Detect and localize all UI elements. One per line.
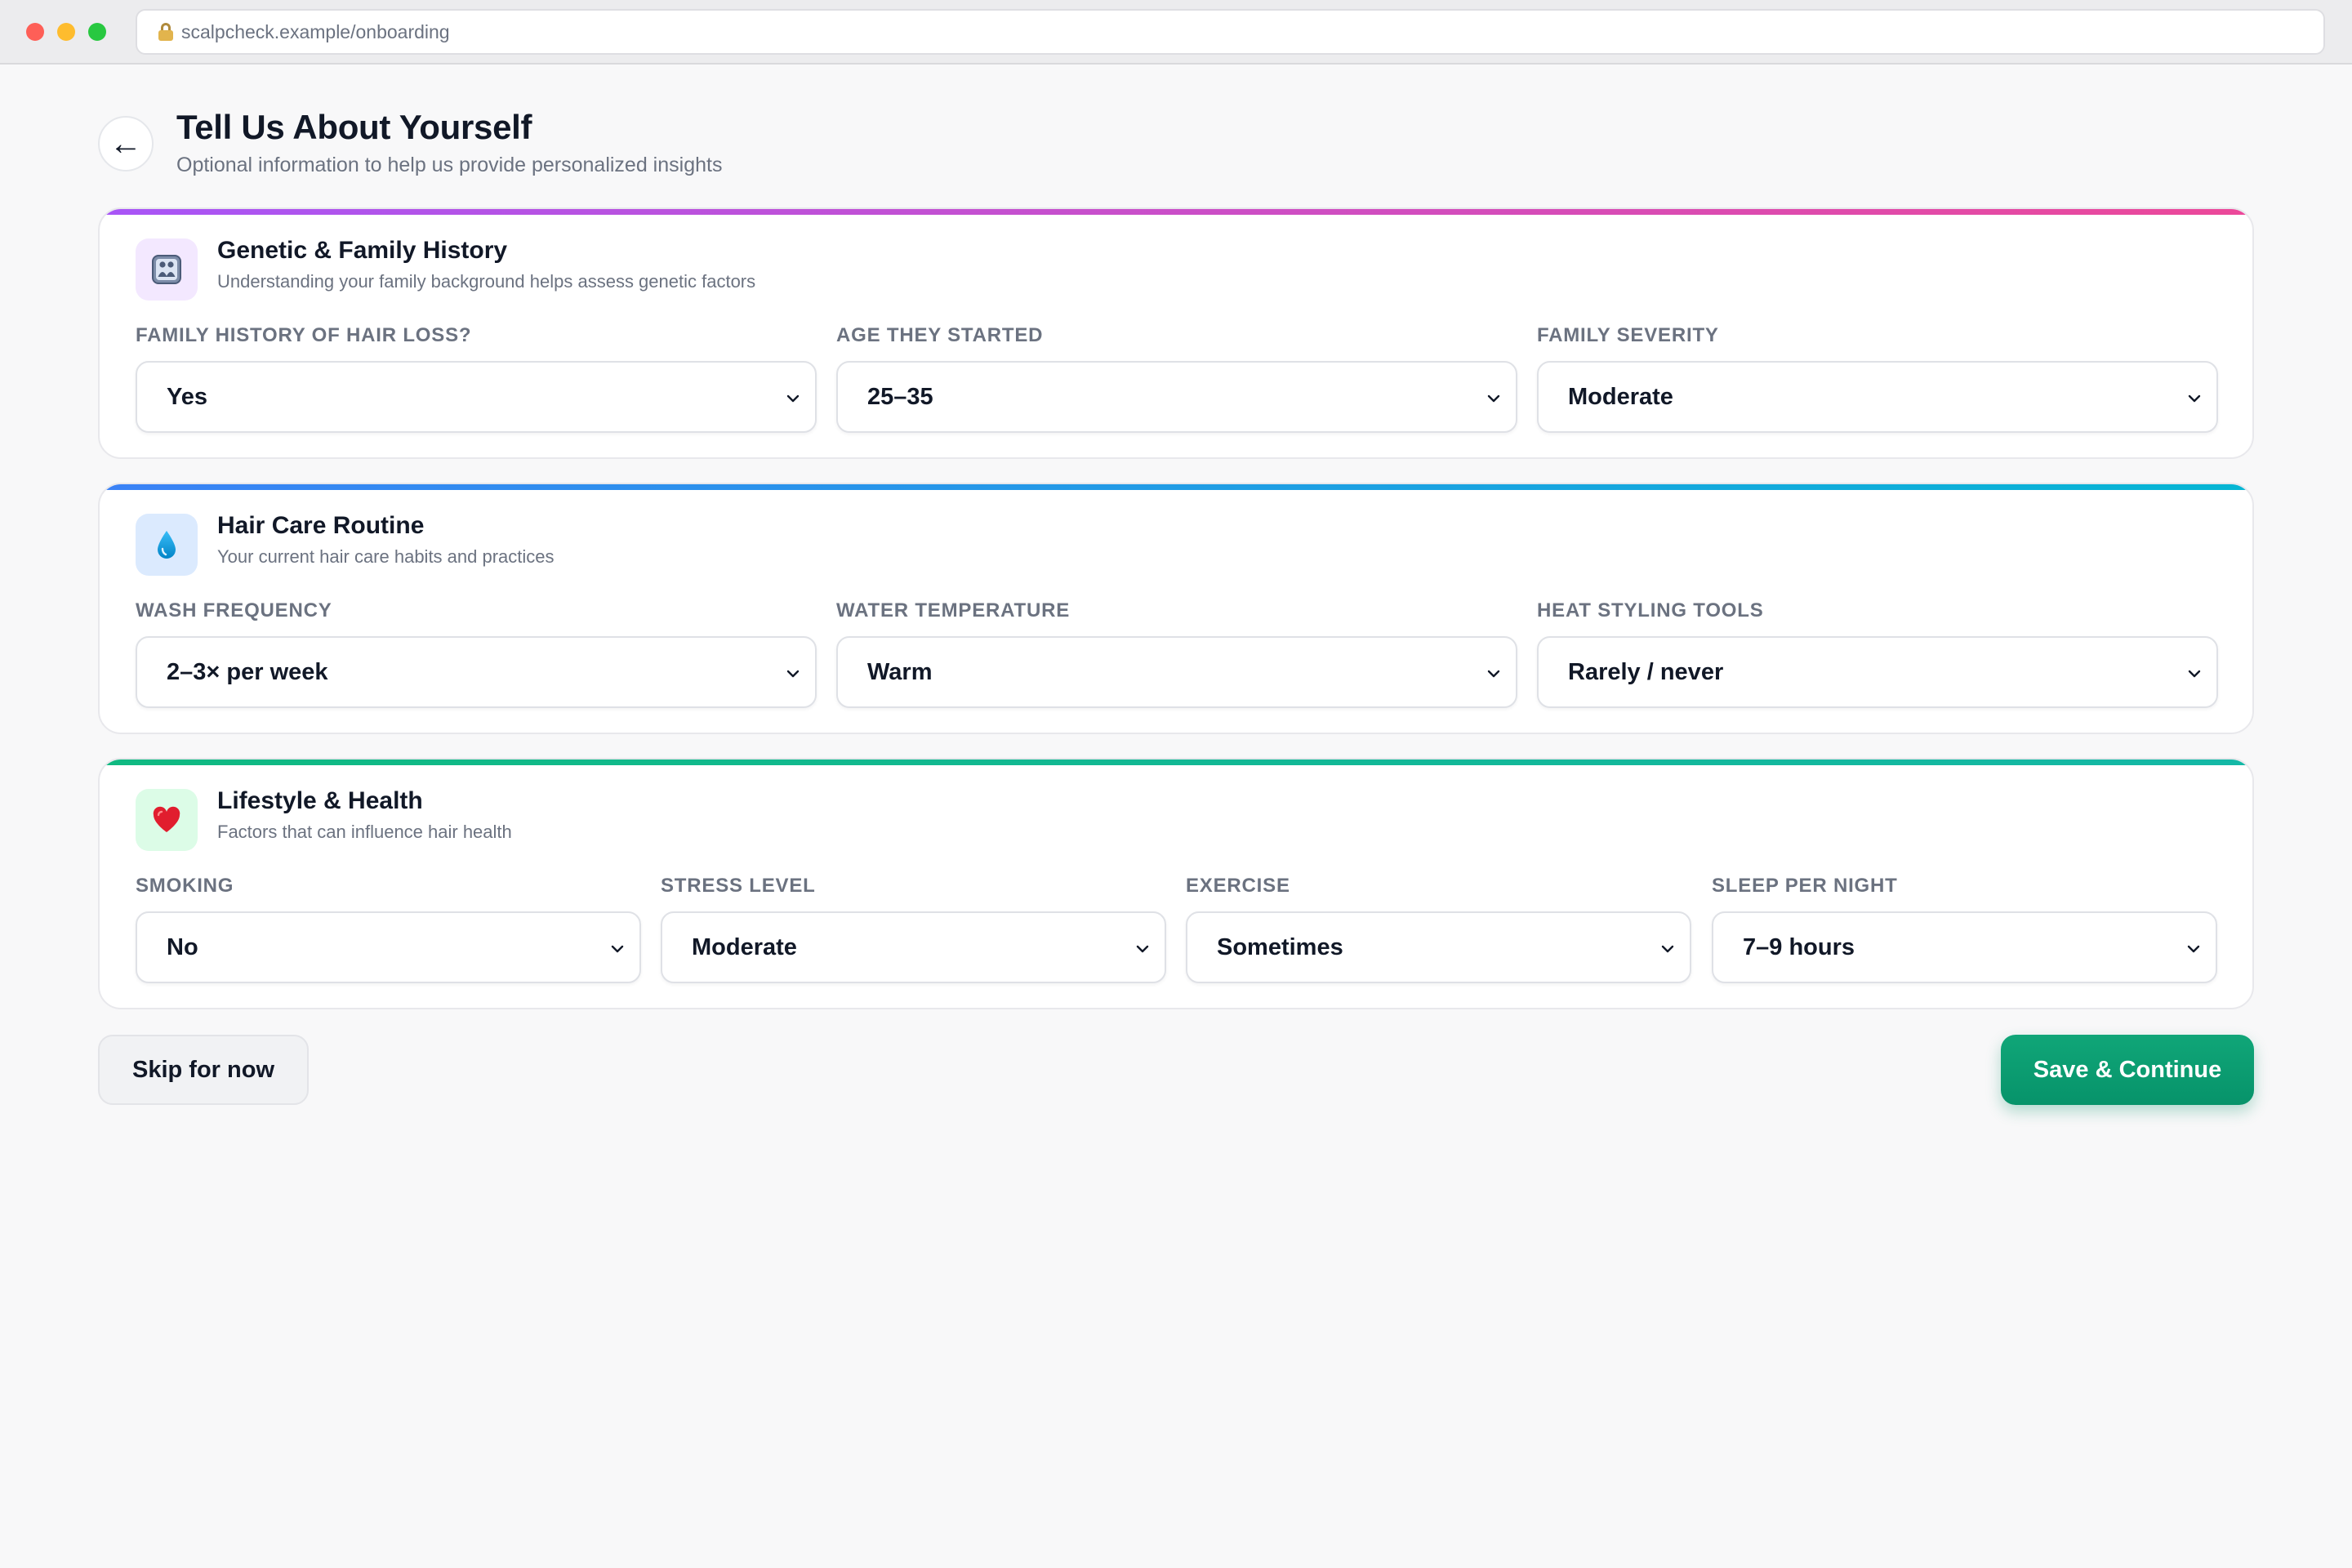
sleep-field: SLEEP PER NIGHT 7–9 hours xyxy=(1712,872,2217,983)
card-accent-bar xyxy=(100,760,2252,765)
chevron-down-icon xyxy=(786,670,800,678)
card-accent-bar xyxy=(100,484,2252,490)
genetic-family-history-card: Genetic & Family History Understanding y… xyxy=(98,207,2254,459)
field-label: WATER TEMPERATURE xyxy=(836,599,1071,621)
select-value: 7–9 hours xyxy=(1743,933,1855,960)
select-value: Yes xyxy=(167,383,207,410)
card-description: Understanding your family background hel… xyxy=(217,271,756,292)
select-value: Moderate xyxy=(1568,383,1673,410)
select-value: 25–35 xyxy=(867,383,933,410)
heart-icon xyxy=(136,789,198,851)
age-started-field: AGE THEY STARTED 25–35 xyxy=(836,322,1517,433)
family-severity-field: FAMILY SEVERITY Moderate xyxy=(1537,322,2218,433)
url-text: scalpcheck.example/onboarding xyxy=(181,20,450,42)
select-value: No xyxy=(167,933,198,960)
back-button[interactable]: ← xyxy=(98,116,154,172)
select-value: Moderate xyxy=(692,933,797,960)
browser-chrome: scalpcheck.example/onboarding xyxy=(0,0,2352,65)
sleep-select[interactable]: 7–9 hours xyxy=(1712,911,2217,983)
family-icon xyxy=(136,238,198,301)
field-label: WASH FREQUENCY xyxy=(136,599,332,621)
card-title: Lifestyle & Health xyxy=(217,787,423,814)
water-drop-icon xyxy=(136,514,198,576)
card-title: Hair Care Routine xyxy=(217,512,425,539)
hair-care-routine-card: Hair Care Routine Your current hair care… xyxy=(98,483,2254,734)
lock-icon xyxy=(158,23,173,41)
water-temperature-field: WATER TEMPERATURE Warm xyxy=(836,597,1517,708)
chevron-down-icon xyxy=(2188,670,2201,678)
select-value: Rarely / never xyxy=(1568,658,1724,685)
family-severity-select[interactable]: Moderate xyxy=(1537,361,2218,433)
stress-level-select[interactable]: Moderate xyxy=(661,911,1166,983)
field-label: FAMILY HISTORY OF HAIR LOSS? xyxy=(136,324,472,346)
skip-button[interactable]: Skip for now xyxy=(98,1035,309,1105)
card-description: Factors that can influence hair health xyxy=(217,822,512,842)
lifestyle-health-card: Lifestyle & Health Factors that can infl… xyxy=(98,758,2254,1009)
smoking-field: SMOKING No xyxy=(136,872,641,983)
card-accent-bar xyxy=(100,209,2252,215)
exercise-select[interactable]: Sometimes xyxy=(1186,911,1691,983)
wash-frequency-field: WASH FREQUENCY 2–3× per week xyxy=(136,597,817,708)
chevron-down-icon xyxy=(786,394,800,403)
select-value: Warm xyxy=(867,658,933,685)
window-close-button[interactable] xyxy=(26,23,44,41)
field-label: EXERCISE xyxy=(1186,875,1290,897)
page-title: Tell Us About Yourself xyxy=(176,108,532,146)
chevron-down-icon xyxy=(611,945,624,953)
chevron-down-icon xyxy=(1487,670,1500,678)
age-started-select[interactable]: 25–35 xyxy=(836,361,1517,433)
field-label: AGE THEY STARTED xyxy=(836,324,1044,346)
field-label: SLEEP PER NIGHT xyxy=(1712,875,1898,897)
card-title: Genetic & Family History xyxy=(217,237,508,264)
chevron-down-icon xyxy=(1487,394,1500,403)
heat-styling-field: HEAT STYLING TOOLS Rarely / never xyxy=(1537,597,2218,708)
field-label: SMOKING xyxy=(136,875,234,897)
window-maximize-button[interactable] xyxy=(88,23,106,41)
chevron-down-icon xyxy=(2188,394,2201,403)
field-label: HEAT STYLING TOOLS xyxy=(1537,599,1764,621)
page-subtitle: Optional information to help us provide … xyxy=(176,154,723,176)
heat-styling-select[interactable]: Rarely / never xyxy=(1537,636,2218,708)
field-label: FAMILY SEVERITY xyxy=(1537,324,1719,346)
address-bar[interactable]: scalpcheck.example/onboarding xyxy=(136,9,2325,55)
smoking-select[interactable]: No xyxy=(136,911,641,983)
select-value: 2–3× per week xyxy=(167,658,328,685)
exercise-field: EXERCISE Sometimes xyxy=(1186,872,1691,983)
arrow-left-icon: ← xyxy=(109,126,142,162)
family-history-field: FAMILY HISTORY OF HAIR LOSS? Yes xyxy=(136,322,817,433)
water-temperature-select[interactable]: Warm xyxy=(836,636,1517,708)
select-value: Sometimes xyxy=(1217,933,1343,960)
card-description: Your current hair care habits and practi… xyxy=(217,546,555,567)
chevron-down-icon xyxy=(2187,945,2200,953)
wash-frequency-select[interactable]: 2–3× per week xyxy=(136,636,817,708)
chevron-down-icon xyxy=(1661,945,1674,953)
chevron-down-icon xyxy=(1136,945,1149,953)
save-continue-button[interactable]: Save & Continue xyxy=(2001,1035,2254,1105)
family-history-select[interactable]: Yes xyxy=(136,361,817,433)
window-minimize-button[interactable] xyxy=(57,23,75,41)
field-label: STRESS LEVEL xyxy=(661,875,816,897)
stress-level-field: STRESS LEVEL Moderate xyxy=(661,872,1166,983)
